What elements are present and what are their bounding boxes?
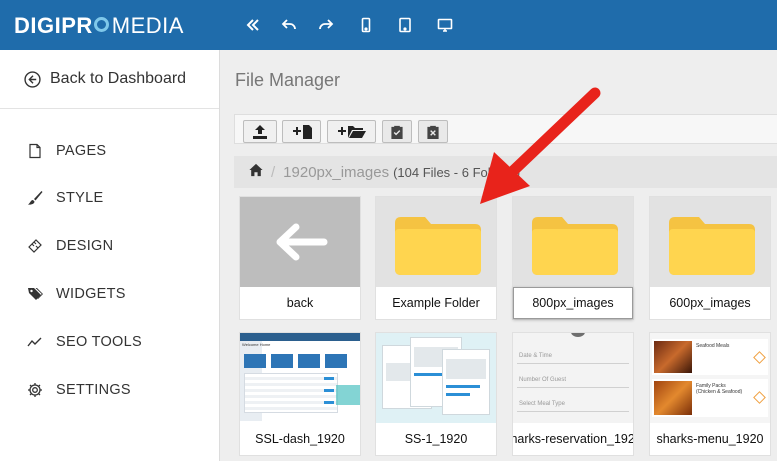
tile-label: sharks-reservation_1920 (513, 432, 633, 446)
mobile-icon[interactable] (355, 14, 377, 36)
clipboard-delete-icon (427, 125, 439, 139)
sidebar-item-label: DESIGN (56, 238, 114, 254)
sidebar: Back to Dashboard PAGES STYLE DESIGN WID… (0, 50, 220, 461)
breadcrumb-current-folder: 1920px_images (283, 163, 390, 181)
tags-icon (26, 285, 44, 303)
sidebar-item-label: SETTINGS (56, 382, 131, 398)
add-file-button[interactable] (282, 120, 321, 143)
back-thumbnail (240, 197, 360, 287)
add-folder-icon (337, 125, 366, 138)
tile-label: 600px_images (669, 296, 751, 310)
tile-image-sharks-menu[interactable]: Seafood Meals Family Packs (Chicken & Se… (649, 332, 771, 456)
line-chart-icon (26, 333, 44, 351)
clipboard-check-icon (391, 125, 403, 139)
folder-icon (669, 217, 755, 275)
tile-label: back (286, 296, 314, 310)
redo-icon[interactable] (315, 14, 337, 36)
tile-folder-600px[interactable]: 600px_images (649, 196, 771, 320)
file-count: (104 Files - 6 Folders) (393, 164, 521, 180)
sidebar-item-label: PAGES (56, 143, 107, 159)
home-icon[interactable] (249, 163, 263, 181)
sidebar-item-seo-tools[interactable]: SEO TOOLS (26, 330, 142, 354)
sidebar-item-label: SEO TOOLS (56, 334, 142, 350)
breadcrumb-separator: / (271, 163, 276, 181)
brush-icon (26, 189, 44, 207)
tile-back[interactable]: back (239, 196, 361, 320)
tile-folder-example[interactable]: Example Folder (375, 196, 497, 320)
sidebar-item-settings[interactable]: SETTINGS (26, 378, 131, 402)
add-file-icon (292, 124, 312, 139)
folder-thumbnail (650, 197, 770, 287)
sidebar-item-label: STYLE (56, 190, 104, 206)
folder-icon (395, 217, 481, 275)
undo-icon[interactable] (278, 14, 300, 36)
tablet-icon[interactable] (394, 14, 416, 36)
tile-image-sharks-reservation[interactable]: Date & Time Number Of Guest Select Meal … (512, 332, 634, 456)
image-thumbnail (376, 333, 496, 423)
page-title: File Manager (235, 70, 341, 90)
image-thumbnail: Seafood Meals Family Packs (Chicken & Se… (650, 333, 770, 423)
double-chevron-left-icon[interactable] (242, 14, 264, 36)
sidebar-item-widgets[interactable]: WIDGETS (26, 282, 126, 306)
top-bar: DIGIPR MEDIA (0, 0, 777, 50)
circle-arrow-left-icon (24, 70, 41, 88)
desktop-icon[interactable] (434, 14, 456, 36)
tile-image-ss-1[interactable]: SS-1_1920 (375, 332, 497, 456)
sidebar-item-label: WIDGETS (56, 286, 126, 302)
sidebar-item-style[interactable]: STYLE (26, 186, 103, 210)
tile-image-ssl-dash[interactable]: Welcome Home SSL-dash_1920 (239, 332, 361, 456)
gear-icon (26, 381, 44, 399)
tile-folder-800px[interactable]: 800px_images (512, 196, 634, 320)
tile-label: SSL-dash_1920 (255, 432, 345, 446)
tile-label: Example Folder (392, 296, 480, 310)
folder-thumbnail (513, 197, 633, 287)
tile-label: 800px_images (513, 287, 633, 319)
image-thumbnail: Welcome Home (240, 333, 360, 423)
tile-label: sharks-menu_1920 (656, 432, 764, 446)
logo-gear-icon (93, 17, 109, 32)
file-manager-panel: File Manager / 1920px_images (104 Files … (220, 50, 777, 461)
back-to-dashboard-label: Back to Dashboard (50, 70, 187, 87)
brand-logo: DIGIPR MEDIA (14, 13, 184, 38)
arrow-left-icon (276, 223, 328, 261)
upload-icon (253, 124, 267, 139)
tile-label: SS-1_1920 (404, 432, 468, 446)
page-icon (26, 142, 44, 160)
sidebar-item-pages[interactable]: PAGES (26, 139, 106, 163)
delete-button[interactable] (418, 120, 448, 143)
add-folder-button[interactable] (327, 120, 376, 143)
folder-icon (532, 217, 618, 275)
image-thumbnail: Date & Time Number Of Guest Select Meal … (513, 333, 633, 423)
paste-button[interactable] (382, 120, 412, 143)
folder-thumbnail (376, 197, 496, 287)
file-toolbar (234, 114, 777, 144)
breadcrumb: / 1920px_images (104 Files - 6 Folders) (234, 156, 777, 188)
back-to-dashboard-link[interactable]: Back to Dashboard (0, 50, 219, 109)
sidebar-item-design[interactable]: DESIGN (26, 234, 113, 258)
upload-button[interactable] (243, 120, 277, 143)
design-icon (26, 237, 44, 255)
